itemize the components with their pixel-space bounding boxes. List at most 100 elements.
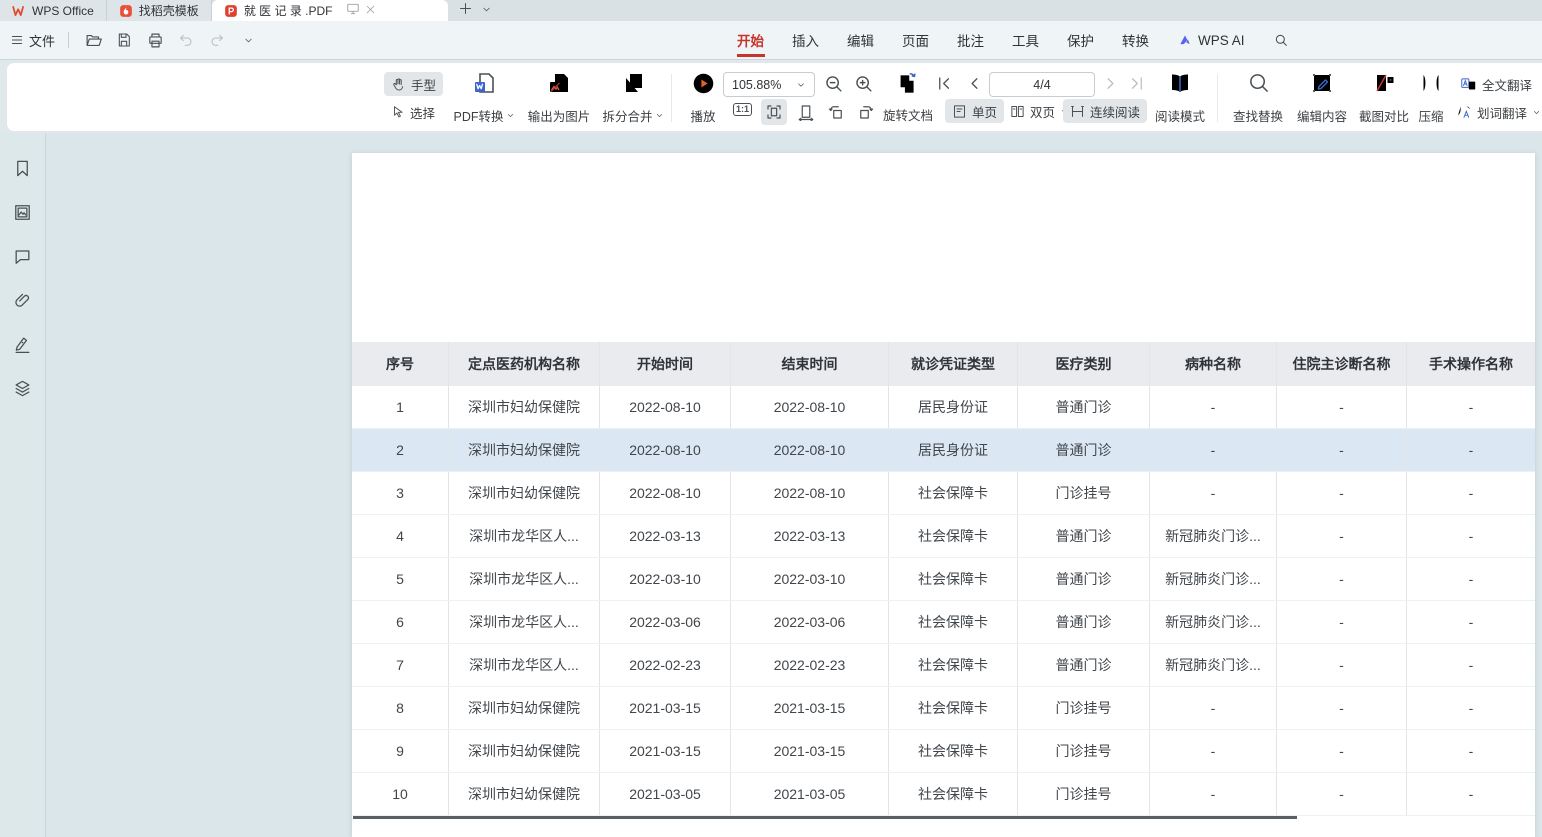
hand-tool-button[interactable]: 手型	[384, 72, 443, 96]
tab-docer[interactable]: 找稻壳模板	[107, 0, 212, 21]
menu-page[interactable]: 页面	[902, 21, 929, 59]
table-cell: 社会保障卡	[889, 601, 1018, 643]
table-row[interactable]: 8深圳市妇幼保健院2021-03-152021-03-15社会保障卡门诊挂号--…	[352, 687, 1535, 730]
rotate-left-button[interactable]	[823, 99, 849, 125]
tab-monitor-icon[interactable]	[346, 2, 360, 19]
redo-icon[interactable]	[206, 29, 228, 51]
chevron-down-icon	[1532, 108, 1541, 117]
tab-wps-office[interactable]: WPS Office	[0, 0, 107, 21]
menu-convert[interactable]: 转换	[1122, 21, 1149, 59]
menu-tools[interactable]: 工具	[1012, 21, 1039, 59]
chevron-down-icon	[796, 80, 806, 90]
full-translate-button[interactable]: 全文翻译	[1453, 72, 1539, 96]
last-page-button[interactable]	[1127, 74, 1146, 93]
table-row[interactable]: 6深圳市龙华区人...2022-03-062022-03-06社会保障卡普通门诊…	[352, 601, 1535, 644]
single-page-button[interactable]: 单页	[945, 99, 1004, 123]
zoom-value: 105.88%	[732, 78, 781, 92]
tab-list-chevron-icon[interactable]	[481, 2, 492, 20]
signature-icon[interactable]	[13, 335, 32, 359]
table-cell: 门诊挂号	[1018, 730, 1150, 772]
fit-width-button[interactable]	[793, 99, 819, 125]
rotate-doc-label[interactable]: 旋转文档	[883, 105, 933, 124]
new-tab-button[interactable]	[458, 1, 473, 21]
main-menu: 开始 插入 编辑 页面 批注 工具 保护 转换 WPS AI	[737, 21, 1289, 59]
pdf-convert-button[interactable]: PDF转换	[447, 71, 521, 125]
play-button[interactable]: 播放	[679, 71, 727, 125]
table-row[interactable]: 3深圳市妇幼保健院2022-08-102022-08-10社会保障卡门诊挂号--…	[352, 472, 1535, 515]
play-icon	[691, 71, 716, 96]
table-cell: 2022-08-10	[600, 386, 731, 428]
table-cell: 2022-03-10	[600, 558, 731, 600]
print-icon[interactable]	[144, 29, 166, 51]
qat-chevron-icon[interactable]	[237, 29, 259, 51]
rotate-right-button[interactable]	[853, 99, 879, 125]
table-cell: 2022-08-10	[600, 472, 731, 514]
table-cell: -	[1407, 773, 1535, 815]
pdf-file-icon	[224, 4, 238, 18]
save-icon[interactable]	[113, 29, 135, 51]
document-title: 就 医 记 录 .PDF	[244, 2, 333, 19]
first-page-button[interactable]	[935, 74, 954, 93]
table-row[interactable]: 4深圳市龙华区人...2022-03-132022-03-13社会保障卡普通门诊…	[352, 515, 1535, 558]
split-merge-button[interactable]: 拆分合并	[597, 71, 669, 125]
open-file-icon[interactable]	[82, 29, 104, 51]
ribbon: 手型 选择 PDF转换	[0, 60, 1542, 133]
page-indicator-input[interactable]	[989, 72, 1095, 97]
tab-document-active[interactable]: 就 医 记 录 .PDF	[212, 0, 448, 21]
menu-search-icon[interactable]	[1273, 21, 1289, 59]
zoom-in-button[interactable]	[853, 73, 874, 94]
comment-icon[interactable]	[13, 247, 32, 271]
select-tool-button[interactable]: 选择	[384, 100, 442, 124]
zoom-out-button[interactable]	[823, 73, 844, 94]
attachment-icon[interactable]	[13, 291, 32, 315]
table-cell: 深圳市妇幼保健院	[449, 429, 600, 471]
bookmark-icon[interactable]	[13, 159, 32, 183]
table-row[interactable]: 9深圳市妇幼保健院2021-03-152021-03-15社会保障卡门诊挂号--…	[352, 730, 1535, 773]
table-header-cell: 结束时间	[731, 342, 889, 386]
read-mode-button[interactable]: 阅读模式	[1151, 71, 1209, 125]
table-header-cell: 就诊凭证类型	[889, 342, 1018, 386]
menu-home[interactable]: 开始	[737, 21, 764, 59]
document-canvas[interactable]: 序号定点医药机构名称开始时间结束时间就诊凭证类型医疗类别病种名称住院主诊断名称手…	[46, 133, 1542, 837]
table-bottom-scrollbar[interactable]	[353, 816, 1297, 819]
menu-insert[interactable]: 插入	[792, 21, 819, 59]
table-cell: 2021-03-15	[600, 687, 731, 729]
table-row[interactable]: 5深圳市龙华区人...2022-03-102022-03-10社会保障卡普通门诊…	[352, 558, 1535, 601]
layers-icon[interactable]	[13, 379, 32, 403]
table-row[interactable]: 2深圳市妇幼保健院2022-08-102022-08-10居民身份证普通门诊--…	[352, 429, 1535, 472]
table-row[interactable]: 10深圳市妇幼保健院2021-03-052021-03-05社会保障卡门诊挂号-…	[352, 773, 1535, 816]
table-row[interactable]: 1深圳市妇幼保健院2022-08-102022-08-10居民身份证普通门诊--…	[352, 386, 1535, 429]
table-cell: 深圳市妇幼保健院	[449, 472, 600, 514]
table-row[interactable]: 7深圳市龙华区人...2022-02-232022-02-23社会保障卡普通门诊…	[352, 644, 1535, 687]
undo-icon[interactable]	[175, 29, 197, 51]
thumbnails-icon[interactable]	[13, 203, 32, 227]
prev-page-button[interactable]	[965, 74, 984, 93]
edit-content-button[interactable]: 编辑内容	[1291, 71, 1353, 125]
word-translate-button[interactable]: 划词翻译	[1449, 100, 1542, 124]
table-cell: 社会保障卡	[889, 472, 1018, 514]
wps-ai-icon	[1177, 33, 1193, 47]
actual-size-button[interactable]: 1:1	[733, 103, 752, 116]
menu-protect[interactable]: 保护	[1067, 21, 1094, 59]
table-cell: -	[1407, 472, 1535, 514]
table-cell: -	[1150, 687, 1277, 729]
swap-pages-button[interactable]	[893, 71, 919, 97]
menu-edit[interactable]: 编辑	[847, 21, 874, 59]
hamburger-icon	[10, 33, 24, 47]
zoom-select[interactable]: 105.88%	[723, 72, 815, 97]
export-image-button[interactable]: 输出为图片	[521, 71, 597, 125]
menu-annotate[interactable]: 批注	[957, 21, 984, 59]
file-menu-button[interactable]: 文件	[10, 31, 55, 50]
continuous-read-button[interactable]: 连续阅读	[1063, 99, 1147, 123]
tab-close-icon[interactable]	[364, 3, 377, 19]
table-header-cell: 手术操作名称	[1407, 342, 1535, 386]
table-cell: 深圳市龙华区人...	[449, 601, 600, 643]
table-cell: 普通门诊	[1018, 558, 1150, 600]
screenshot-compare-button[interactable]: 截图对比	[1353, 71, 1415, 125]
find-replace-button[interactable]: 查找替换	[1227, 71, 1289, 125]
menu-wps-ai[interactable]: WPS AI	[1177, 21, 1245, 59]
compress-button[interactable]: 压缩	[1411, 71, 1451, 125]
pdf-page[interactable]: 序号定点医药机构名称开始时间结束时间就诊凭证类型医疗类别病种名称住院主诊断名称手…	[352, 153, 1535, 837]
fit-page-button[interactable]	[761, 99, 787, 125]
next-page-button[interactable]	[1101, 74, 1120, 93]
